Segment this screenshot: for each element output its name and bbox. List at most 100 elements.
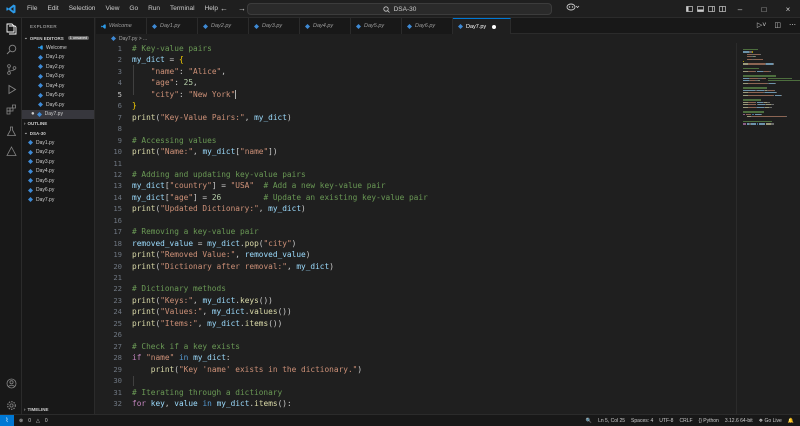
code-line[interactable]: 26 — [96, 330, 736, 340]
indentation[interactable]: Spaces: 4 — [631, 418, 653, 424]
notifications-bell-icon[interactable]: 🔔 — [788, 418, 794, 424]
code-line[interactable]: 7 print("Key-Value Pairs:", my_dict) — [96, 113, 736, 123]
file-day6[interactable]: Day6.py — [22, 186, 94, 196]
code-line[interactable]: 19 print("Removed Value:", removed_value) — [96, 250, 736, 260]
code-line[interactable]: 18 removed_value = my_dict.pop("city") — [96, 239, 736, 249]
code-line[interactable]: 20 print("Dictionary after removal:", my_… — [96, 262, 736, 272]
zoom-icon[interactable]: 🔍 — [586, 418, 592, 424]
open-editor-day7[interactable]: ● Day7.py — [22, 109, 94, 119]
code-line[interactable]: 13 my_dict["country"] = "USA" # Add a new… — [96, 181, 736, 191]
file-day4[interactable]: Day4.py — [22, 167, 94, 177]
unsaved-dot-icon[interactable]: ● — [31, 111, 35, 117]
language-mode[interactable]: {} Python — [699, 418, 719, 424]
unsaved-dot-icon[interactable] — [492, 24, 497, 29]
code-line[interactable]: 27 # Check if a key exists — [96, 342, 736, 352]
tab-day4[interactable]: Day4.py — [300, 18, 351, 34]
code-line[interactable]: 23 print("Keys:", my_dict.keys()) — [96, 296, 736, 306]
python-interpreter[interactable]: 3.12.6 64-bit — [725, 418, 753, 424]
source-control-icon[interactable] — [4, 62, 18, 76]
timeline-header[interactable]: › TIMELINE — [24, 407, 94, 412]
code-line[interactable]: 2 my_dict = { — [96, 55, 736, 65]
code-line[interactable]: 22 # Dictionary methods — [96, 284, 736, 294]
problems-indicator[interactable]: ⊗ 0 △ 0 — [19, 418, 48, 424]
code-line[interactable]: 4 "age": 25, — [96, 78, 736, 88]
workspace-header[interactable]: ⌄ DSA-30 — [24, 130, 94, 136]
open-editor-day1[interactable]: Day1.py — [22, 53, 94, 63]
breadcrumb-path[interactable]: Day7.py > ... — [119, 36, 147, 42]
tab-day1[interactable]: Day1.py — [147, 18, 198, 34]
code-editor[interactable]: 1 # Key-value pairs 2 my_dict = { 3 "name": … — [96, 43, 736, 414]
account-icon[interactable] — [4, 376, 18, 390]
code-line[interactable]: 24 print("Values:", my_dict.values()) — [96, 307, 736, 317]
customize-layout-icon[interactable] — [717, 0, 728, 18]
toggle-secondary-sidebar-icon[interactable] — [706, 0, 717, 18]
code-line[interactable]: 12 # Adding and updating key-value pairs — [96, 170, 736, 180]
explorer-icon[interactable] — [4, 22, 18, 36]
code-line[interactable]: 17 # Removing a key-value pair — [96, 227, 736, 237]
go-live-button[interactable]: ❖ Go Live — [759, 418, 782, 424]
code-line[interactable]: 11 — [96, 159, 736, 169]
run-debug-icon[interactable] — [4, 82, 18, 96]
code-line[interactable]: 3 "name": "Alice", — [96, 67, 736, 77]
code-line[interactable]: 21 — [96, 273, 736, 283]
code-line[interactable]: 1 # Key-value pairs — [96, 44, 736, 54]
remote-indicator-icon[interactable]: ⌇ — [0, 414, 14, 426]
open-editor-day2[interactable]: Day2.py — [22, 62, 94, 72]
remote-explorer-icon[interactable] — [4, 144, 18, 158]
minimize-icon[interactable]: – — [728, 0, 752, 18]
search-icon[interactable] — [4, 42, 18, 56]
cursor-position[interactable]: Ln 5, Col 25 — [598, 418, 625, 424]
code-line[interactable]: 15 print("Updated Dictionary:", my_dict) — [96, 204, 736, 214]
code-line[interactable]: 32 for key, value in my_dict.items(): — [96, 399, 736, 409]
code-line[interactable]: 29 print("Key 'name' exists in the dicti… — [96, 365, 736, 375]
file-day1[interactable]: Day1.py — [22, 138, 94, 148]
code-line[interactable]: 25 print("Items:", my_dict.items()) — [96, 319, 736, 329]
open-editor-welcome[interactable]: Welcome — [22, 43, 94, 53]
file-day3[interactable]: Day3.py — [22, 157, 94, 167]
menu-file[interactable]: File — [22, 5, 42, 12]
code-line[interactable]: 30 — [96, 376, 736, 386]
close-icon[interactable]: × — [776, 0, 800, 18]
manage-gear-icon[interactable] — [4, 398, 18, 412]
more-actions-icon[interactable]: ⋯ — [789, 21, 796, 29]
outline-header[interactable]: › OUTLINE — [24, 121, 94, 126]
code-line[interactable]: 31 # Iterating through a dictionary — [96, 388, 736, 398]
menu-terminal[interactable]: Terminal — [165, 5, 200, 12]
maximize-icon[interactable]: □ — [752, 0, 776, 18]
tab-day5[interactable]: Day5.py — [351, 18, 402, 34]
code-line[interactable]: 5 "city": "New York" — [96, 90, 736, 100]
open-editors-header[interactable]: ⌄ OPEN EDITORS 1 unsaved — [24, 35, 94, 41]
code-line[interactable]: 14 my_dict["age"] = 26 # Update an existi… — [96, 193, 736, 203]
open-editor-day4[interactable]: Day4.py — [22, 81, 94, 91]
file-day5[interactable]: Day5.py — [22, 176, 94, 186]
code-line[interactable]: 8 — [96, 124, 736, 134]
open-editor-day6[interactable]: Day6.py — [22, 100, 94, 110]
copilot-icon[interactable] — [566, 3, 580, 13]
command-center-search[interactable]: DSA-30 — [247, 3, 552, 15]
tab-day7[interactable]: Day7.py — [453, 18, 511, 34]
code-line[interactable]: 28 if "name" in my_dict: — [96, 353, 736, 363]
menu-run[interactable]: Run — [143, 5, 165, 12]
end-of-line[interactable]: CRLF — [679, 418, 692, 424]
menu-selection[interactable]: Selection — [64, 5, 101, 12]
back-arrow-icon[interactable]: ← — [220, 4, 228, 13]
toggle-primary-sidebar-icon[interactable] — [684, 0, 695, 18]
run-python-file-icon[interactable]: ▷˅ — [757, 21, 766, 29]
tab-day2[interactable]: Day2.py — [198, 18, 249, 34]
code-line[interactable]: 6} — [96, 101, 736, 111]
tab-day6[interactable]: Day6.py — [402, 18, 453, 34]
open-editor-day5[interactable]: Day5.py — [22, 91, 94, 101]
tab-welcome[interactable]: Welcome — [96, 18, 147, 34]
menu-edit[interactable]: Edit — [42, 5, 63, 12]
toggle-panel-icon[interactable] — [695, 0, 706, 18]
extensions-icon[interactable] — [4, 102, 18, 116]
testing-flask-icon[interactable] — [4, 124, 18, 138]
menu-go[interactable]: Go — [124, 5, 143, 12]
code-line[interactable]: 9 # Accessing values — [96, 136, 736, 146]
split-editor-icon[interactable]: ◫ — [774, 21, 781, 29]
code-line[interactable]: 16 — [96, 216, 736, 226]
menu-view[interactable]: View — [100, 5, 124, 12]
minimap[interactable] — [736, 43, 800, 414]
forward-arrow-icon[interactable]: → — [238, 4, 246, 13]
file-day2[interactable]: Day2.py — [22, 148, 94, 158]
